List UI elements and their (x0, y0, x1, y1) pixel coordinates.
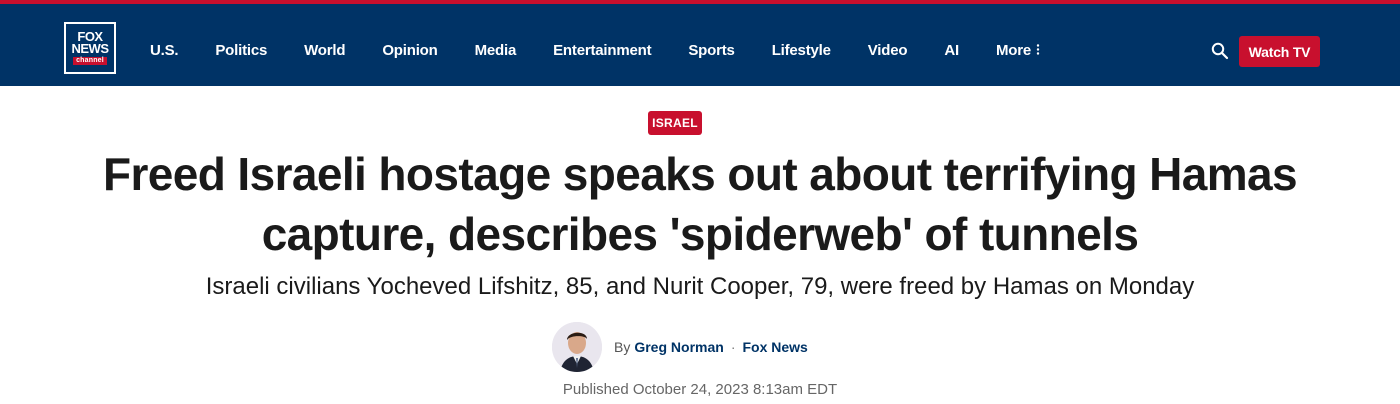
subheadline: Israeli civilians Yocheved Lifshitz, 85,… (205, 273, 1195, 300)
byline-row: By Greg Norman · Fox News (552, 322, 808, 372)
avatar[interactable] (552, 322, 602, 372)
headline-line-2: capture, describes 'spiderweb' of tunnel… (261, 208, 1139, 260)
nav-item-media[interactable]: Media (475, 42, 517, 59)
byline-separator: · (730, 339, 736, 355)
nav-item-opinion[interactable]: Opinion (382, 42, 437, 59)
published-timestamp: Published October 24, 2023 8:13am EDT (562, 381, 838, 398)
kebab-icon (1036, 44, 1040, 57)
main-nav: U.S. Politics World Opinion Media Entert… (150, 42, 1077, 59)
nav-item-us[interactable]: U.S. (150, 42, 179, 59)
category-tag[interactable]: ISRAEL (648, 111, 702, 135)
nav-item-sports[interactable]: Sports (688, 42, 735, 59)
nav-item-lifestyle[interactable]: Lifestyle (772, 42, 831, 59)
nav-item-video[interactable]: Video (868, 42, 908, 59)
byline: By Greg Norman · Fox News (614, 339, 808, 355)
nav-item-world[interactable]: World (304, 42, 345, 59)
watch-tv-button[interactable]: Watch TV (1239, 36, 1320, 67)
outlet-link[interactable]: Fox News (742, 339, 807, 355)
logo-text-channel: channel (73, 57, 107, 65)
nav-item-politics[interactable]: Politics (215, 42, 267, 59)
headline: Freed Israeli hostage speaks out about t… (0, 144, 1400, 264)
nav-item-entertainment[interactable]: Entertainment (553, 42, 651, 59)
nav-more-label: More (995, 42, 1031, 59)
author-link[interactable]: Greg Norman (634, 339, 723, 355)
headline-line-1: Freed Israeli hostage speaks out about t… (102, 148, 1298, 200)
nav-more-button[interactable]: More (996, 42, 1040, 59)
logo-text-news: NEWS (71, 41, 110, 56)
nav-item-ai[interactable]: AI (944, 42, 959, 59)
fox-news-logo[interactable]: FOX NEWS channel (64, 22, 116, 74)
logo-mark: FOX NEWS channel (66, 24, 114, 72)
search-icon[interactable] (1211, 42, 1231, 62)
byline-prefix: By (614, 339, 631, 355)
top-navigation-bar: FOX NEWS channel U.S. Politics World Opi… (0, 0, 1400, 86)
